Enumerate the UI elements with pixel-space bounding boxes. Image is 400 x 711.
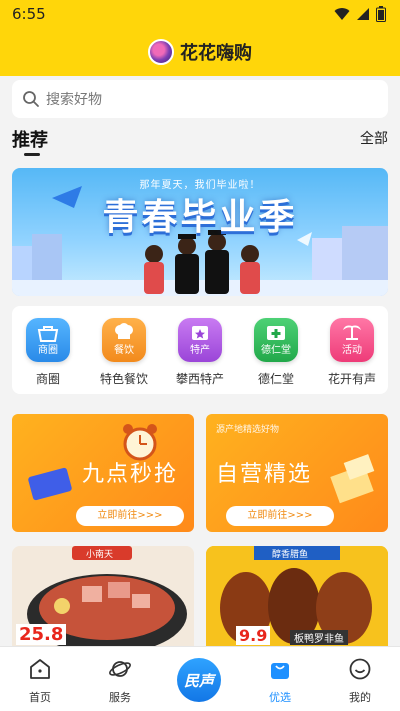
- category-activity[interactable]: 活动 花开有声: [317, 318, 387, 387]
- flash-sale-card[interactable]: 九点秒抢 立即前往>>>: [12, 414, 194, 532]
- tab-home[interactable]: 首页: [10, 657, 70, 705]
- food-card-price: 9.9: [236, 626, 271, 645]
- minsheng-logo-icon: 民声: [177, 658, 221, 702]
- food-card-price: 25.8: [16, 624, 67, 645]
- section-header: 推荐 全部: [0, 122, 400, 158]
- search-icon: [23, 91, 39, 107]
- category-grid: 商圈 商圈 餐饮 特色餐饮 特产 攀西特产 德仁堂 德仁堂 活动 花开有声: [12, 306, 388, 394]
- home-icon: [30, 659, 50, 679]
- section-title: 推荐: [12, 130, 48, 151]
- self-select-go-button[interactable]: 立即前往>>>: [226, 506, 334, 526]
- search-bar[interactable]: 搜索好物: [12, 80, 388, 118]
- wifi-icon: [334, 8, 350, 20]
- flash-sale-title: 九点秒抢: [82, 462, 179, 487]
- search-placeholder: 搜索好物: [46, 92, 102, 108]
- category-label: 特色餐饮: [99, 372, 148, 386]
- tab-mine[interactable]: 我的: [330, 657, 390, 705]
- food-card-hotpot[interactable]: 小南天 25.8: [12, 546, 194, 646]
- medical-kit-icon: 德仁堂: [254, 318, 298, 362]
- food-card-tag: 醇香腊鱼: [272, 550, 309, 560]
- category-label: 商圈: [35, 372, 60, 386]
- minsheng-center-button[interactable]: 民声: [173, 654, 225, 706]
- app-logo: [148, 39, 174, 65]
- gift-boxes-illustration: [330, 454, 375, 504]
- self-select-title: 自营精选: [216, 462, 313, 487]
- palm-tree-icon: 活动: [330, 318, 374, 362]
- chef-hat-icon: 餐饮: [102, 318, 146, 362]
- food-card-caption: 板鸭罗非鱼: [290, 630, 348, 645]
- view-all-link[interactable]: 全部: [360, 128, 388, 148]
- category-label: 德仁堂: [257, 372, 294, 386]
- shopping-bag-icon: [271, 663, 289, 679]
- tab-service[interactable]: 服务: [90, 657, 150, 705]
- self-select-subtitle: 源产地精选好物: [216, 425, 280, 435]
- graduation-banner[interactable]: 那年夏天，我们毕业啦！ 青春毕业季: [12, 168, 388, 296]
- category-shop[interactable]: 商圈 商圈: [13, 318, 83, 387]
- planet-icon: [109, 661, 131, 677]
- app-title: 花花嗨购: [180, 43, 252, 64]
- phone-illustration: [28, 467, 72, 501]
- category-derentang[interactable]: 德仁堂 德仁堂: [241, 318, 311, 387]
- category-specialty[interactable]: 特产 攀西特产: [165, 318, 235, 387]
- status-time: 6:55: [12, 5, 46, 23]
- flash-sale-go-button[interactable]: 立即前往>>>: [76, 506, 184, 526]
- food-card-fish[interactable]: 醇香腊鱼 9.9 板鸭罗非鱼: [206, 546, 388, 646]
- category-food[interactable]: 餐饮 特色餐饮: [89, 318, 159, 387]
- app-title-bar: 花花嗨购: [0, 36, 400, 68]
- tab-preferred[interactable]: 优选: [250, 657, 310, 705]
- header: 6:55 花花嗨购: [0, 0, 400, 76]
- status-bar: 6:55: [0, 0, 400, 30]
- battery-icon: [376, 6, 386, 22]
- profile-smile-icon: [349, 658, 371, 680]
- self-select-card[interactable]: 源产地精选好物 自营精选 立即前往>>>: [206, 414, 388, 532]
- section-title-underline: [24, 153, 40, 156]
- shop-icon: 商圈: [26, 318, 70, 362]
- star-bag-icon: 特产: [178, 318, 222, 362]
- signal-icon: [357, 8, 369, 20]
- system-icons: [334, 6, 386, 22]
- banner-title: 青春毕业季: [102, 197, 298, 238]
- category-label: 攀西特产: [175, 372, 224, 386]
- food-card-tag: 小南天: [86, 550, 114, 560]
- category-label: 花开有声: [327, 372, 376, 386]
